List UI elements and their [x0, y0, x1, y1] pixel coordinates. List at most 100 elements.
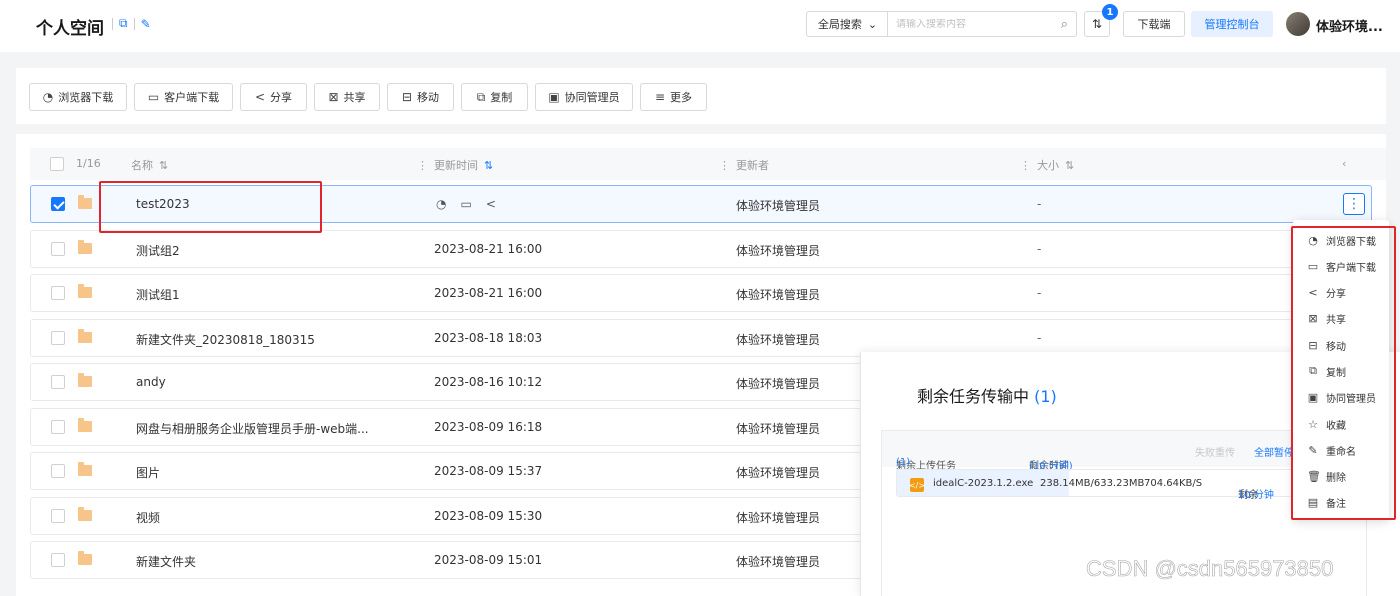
- user-name[interactable]: 体验环境...: [1316, 16, 1383, 35]
- column-name[interactable]: 名称 ⇅: [131, 157, 168, 173]
- row-checkbox[interactable]: [51, 420, 65, 434]
- transfer-title-count: (1): [1034, 387, 1057, 406]
- selection-count: 1/16: [76, 157, 101, 170]
- update-time: 2023-08-21 16:00: [434, 242, 543, 256]
- table-row[interactable]: 测试组2 2023-08-21 16:00 体验环境管理员 -: [30, 230, 1372, 268]
- file-name[interactable]: 图片: [136, 464, 160, 481]
- chevron-down-icon: ⌄: [867, 17, 878, 31]
- column-resize-icon: ⋮: [417, 158, 428, 172]
- browser-icon: ◔: [42, 90, 54, 104]
- button-label: 更多: [670, 91, 693, 104]
- browser-download-button[interactable]: ◔ 浏览器下载: [29, 83, 127, 111]
- file-name[interactable]: 视频: [136, 509, 160, 526]
- row-checkbox[interactable]: [51, 286, 65, 300]
- pause-all-button[interactable]: 全部暂停: [1254, 444, 1294, 459]
- sort-icon: ⇅: [159, 158, 169, 172]
- column-label: 更新时间: [434, 159, 478, 172]
- open-window-icon[interactable]: ⧉: [119, 16, 128, 31]
- move-button[interactable]: ⊟ 移动: [387, 83, 454, 111]
- action-toolbar: ◔ 浏览器下载 ▭ 客户端下载 < 分享 ⊠ 共享 ⊟ 移动 ⧉ 复制 ▣ 协同…: [16, 68, 1386, 124]
- search-scope-select[interactable]: 全局搜索 ⌄: [806, 11, 888, 37]
- button-label: 分享: [270, 91, 293, 104]
- admin-console-button[interactable]: 管理控制台: [1191, 11, 1273, 37]
- updater: 体验环境管理员: [736, 422, 821, 436]
- more-options-icon[interactable]: ⋮: [1343, 193, 1365, 215]
- file-name[interactable]: 新建文件夹_20230818_180315: [136, 331, 315, 348]
- button-label: 协同管理员: [564, 91, 620, 104]
- search-box: ⌕: [887, 11, 1077, 37]
- column-time[interactable]: ⋮ 更新时间 ⇅: [417, 157, 493, 173]
- column-resize-icon: ⋮: [1020, 158, 1031, 172]
- update-time: 2023-08-16 10:12: [434, 375, 543, 389]
- sort-icon: ⇅: [1065, 158, 1075, 172]
- transfer-title-text: 剩余任务传输中: [917, 387, 1030, 406]
- column-label: 更新者: [736, 159, 769, 172]
- collaborator-button[interactable]: ▣ 协同管理员: [535, 83, 633, 111]
- share-icon[interactable]: <: [486, 197, 496, 211]
- folder-icon: [78, 195, 92, 209]
- upload-file-item: </> idealC-2023.1.2.exe 238.14MB/633.23M…: [896, 469, 1356, 501]
- transfer-title: 剩余任务传输中 (1): [917, 383, 1057, 407]
- row-checkbox[interactable]: [51, 464, 65, 478]
- button-label: 浏览器下载: [58, 91, 114, 104]
- column-label: 大小: [1037, 159, 1059, 172]
- row-checkbox[interactable]: [51, 331, 65, 345]
- file-name[interactable]: 测试组2: [136, 242, 180, 259]
- row-checkbox[interactable]: [51, 553, 65, 567]
- monitor-icon[interactable]: ▭: [460, 197, 471, 211]
- search-input[interactable]: [896, 18, 1046, 30]
- upload-file-speed: 704.64KB/S: [1144, 478, 1203, 489]
- client-download-button[interactable]: ▭ 客户端下载: [134, 83, 233, 111]
- button-label: 复制: [490, 91, 513, 104]
- row-checkbox[interactable]: [51, 375, 65, 389]
- table-header: 1/16 名称 ⇅ ⋮ 更新时间 ⇅ ⋮ 更新者 ⋮ 大小 ⇅ ‹: [30, 148, 1386, 180]
- share-button[interactable]: < 分享: [240, 83, 307, 111]
- shared-button[interactable]: ⊠ 共享: [314, 83, 380, 111]
- select-all-checkbox[interactable]: [50, 157, 64, 171]
- title-tools: ⧉ ✎: [112, 16, 151, 31]
- search-icon[interactable]: ⌕: [1061, 17, 1068, 32]
- shared-icon: ⊠: [328, 90, 339, 104]
- share-icon: <: [254, 90, 266, 104]
- edit-icon[interactable]: ✎: [141, 17, 151, 31]
- button-label: 客户端下载: [164, 91, 220, 104]
- column-size[interactable]: ⋮ 大小 ⇅: [1020, 157, 1074, 173]
- column-label: 名称: [131, 159, 153, 172]
- folder-icon: [78, 418, 92, 432]
- row-quick-actions: ◔ ▭ <: [436, 197, 496, 211]
- sort-arrows-icon: ⇅: [1091, 17, 1103, 31]
- watermark: CSDN @csdn565973850: [1086, 556, 1334, 582]
- avatar[interactable]: [1286, 12, 1310, 36]
- column-updater[interactable]: ⋮ 更新者: [719, 157, 769, 173]
- update-time: 2023-08-09 15:37: [434, 464, 543, 478]
- updater: 体验环境管理员: [736, 377, 821, 391]
- update-time: 2023-08-09 15:30: [434, 509, 543, 523]
- column-resize-icon: ⋮: [719, 158, 730, 172]
- update-time: 2023-08-09 15:01: [434, 553, 543, 567]
- retry-failed-button[interactable]: 失败重传: [1195, 444, 1235, 459]
- upload-file-name: idealC-2023.1.2.exe: [933, 478, 1034, 489]
- file-name[interactable]: andy: [136, 375, 166, 389]
- file-size: -: [1037, 286, 1042, 300]
- browser-icon[interactable]: ◔: [436, 197, 446, 211]
- file-size: -: [1037, 242, 1042, 256]
- divider: [112, 17, 113, 30]
- file-name[interactable]: 网盘与相册服务企业版管理员手册-web端...: [136, 420, 369, 437]
- copy-button[interactable]: ⧉ 复制: [461, 83, 528, 111]
- updater: 体验环境管理员: [736, 333, 821, 347]
- row-checkbox[interactable]: [51, 242, 65, 256]
- list-icon: ≡: [654, 90, 666, 104]
- collapse-icon[interactable]: ‹: [1342, 157, 1346, 170]
- file-name[interactable]: 新建文件夹: [136, 553, 196, 570]
- more-button[interactable]: ≡ 更多: [640, 83, 707, 111]
- download-client-button[interactable]: 下载端: [1123, 11, 1185, 37]
- row-checkbox[interactable]: [51, 509, 65, 523]
- updater: 体验环境管理员: [736, 511, 821, 525]
- button-label: 共享: [343, 91, 366, 104]
- file-name[interactable]: 测试组1: [136, 286, 180, 303]
- folder-icon: [78, 551, 92, 565]
- table-row[interactable]: 测试组1 2023-08-21 16:00 体验环境管理员 -: [30, 274, 1372, 312]
- row-checkbox[interactable]: [51, 197, 65, 211]
- folder-icon: [78, 462, 92, 476]
- update-time: 2023-08-18 18:03: [434, 331, 543, 345]
